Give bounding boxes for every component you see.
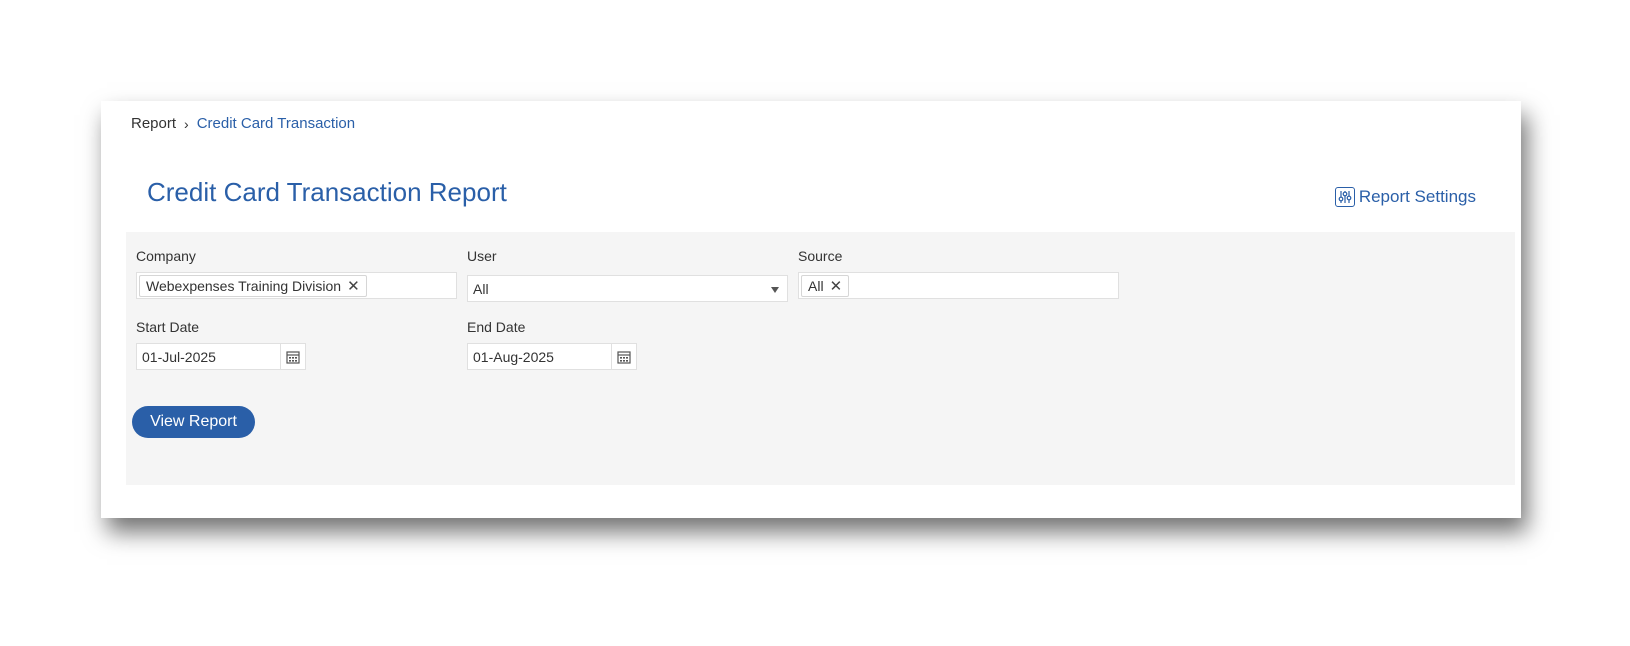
company-label: Company xyxy=(136,248,196,264)
start-date-calendar-icon[interactable] xyxy=(280,344,305,369)
end-date-value: 01-Aug-2025 xyxy=(473,349,554,365)
source-label: Source xyxy=(798,248,843,264)
sliders-icon xyxy=(1334,187,1355,207)
breadcrumb-current: Credit Card Transaction xyxy=(196,115,356,132)
report-settings-button[interactable]: Report Settings xyxy=(1334,187,1476,207)
source-multiselect[interactable]: All ✕ xyxy=(798,272,1119,299)
filter-panel: Company Webexpenses Training Division ✕ … xyxy=(126,232,1515,485)
breadcrumb: Report › Credit Card Transaction xyxy=(131,115,355,132)
start-date-value: 01-Jul-2025 xyxy=(142,349,216,365)
end-date-label: End Date xyxy=(467,319,526,335)
source-chip-label: All xyxy=(808,278,824,294)
view-report-button[interactable]: View Report xyxy=(132,406,255,438)
company-chip: Webexpenses Training Division ✕ xyxy=(139,275,367,297)
user-select-value: All xyxy=(473,281,489,297)
source-chip: All ✕ xyxy=(801,275,850,297)
report-window: Report › Credit Card Transaction Credit … xyxy=(101,101,1521,518)
user-label: User xyxy=(467,248,497,264)
chevron-down-icon xyxy=(771,287,779,293)
breadcrumb-separator-icon: › xyxy=(184,115,189,132)
user-select[interactable]: All xyxy=(467,275,788,302)
start-date-input[interactable]: 01-Jul-2025 xyxy=(136,343,306,370)
start-date-label: Start Date xyxy=(136,319,200,335)
end-date-input[interactable]: 01-Aug-2025 xyxy=(467,343,637,370)
company-multiselect[interactable]: Webexpenses Training Division ✕ xyxy=(136,272,457,299)
end-date-calendar-icon[interactable] xyxy=(611,344,636,369)
page-title: Credit Card Transaction Report xyxy=(147,177,507,207)
remove-company-chip-icon[interactable]: ✕ xyxy=(347,277,360,295)
report-settings-label: Report Settings xyxy=(1358,187,1476,206)
remove-source-chip-icon[interactable]: ✕ xyxy=(830,277,843,295)
company-chip-label: Webexpenses Training Division xyxy=(146,278,342,294)
breadcrumb-report-link[interactable]: Report xyxy=(131,115,176,132)
